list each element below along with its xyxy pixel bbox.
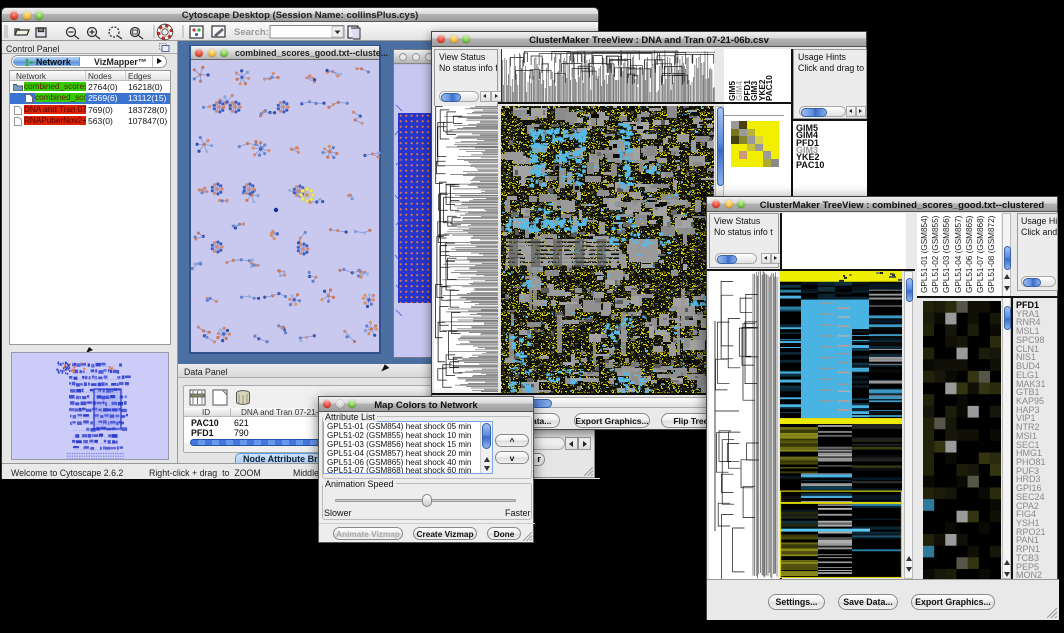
svg-text:Search:: Search: bbox=[234, 27, 269, 38]
